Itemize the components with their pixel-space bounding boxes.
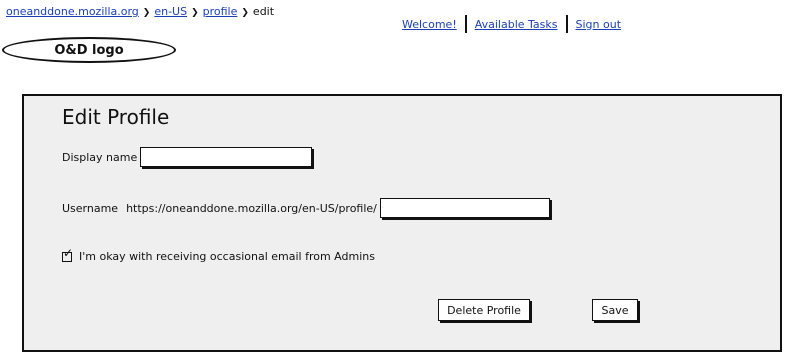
welcome-link[interactable]: Welcome! [402, 18, 457, 31]
breadcrumb-separator: ❯ [142, 8, 151, 18]
display-name-row: Display name [62, 147, 313, 167]
delete-profile-button[interactable]: Delete Profile [438, 299, 530, 321]
breadcrumb-separator: ❯ [191, 8, 199, 18]
display-name-input[interactable] [140, 147, 313, 167]
sign-out-link[interactable]: Sign out [576, 18, 622, 31]
save-button[interactable]: Save [592, 299, 638, 321]
breadcrumb-item-locale[interactable]: en-US [154, 5, 187, 18]
display-name-label: Display name [62, 150, 138, 164]
email-optin-checkbox[interactable]: ✓ [62, 247, 73, 262]
breadcrumb-separator: ❯ [241, 8, 249, 18]
nav-divider [565, 15, 568, 33]
site-logo[interactable]: O&D logo [2, 37, 176, 63]
breadcrumb: oneanddone.mozilla.org ❯ en-US ❯ profile ❯ edi… [6, 5, 274, 18]
email-optin-label: I'm okay with receiving occasional email… [79, 250, 375, 263]
username-input[interactable] [379, 198, 550, 218]
logo-label: O&D logo [54, 42, 124, 58]
page-title: Edit Profile [62, 105, 170, 129]
email-optin-row: ✓ I'm okay with receiving occasional ema… [62, 247, 375, 263]
username-row: Username https://oneanddone.mozilla.org/… [62, 198, 550, 218]
available-tasks-link[interactable]: Available Tasks [475, 18, 558, 31]
breadcrumb-item-profile[interactable]: profile [203, 5, 238, 18]
edit-profile-panel: Edit Profile Display name Username https… [22, 94, 782, 352]
username-url-prefix: https://oneanddone.mozilla.org/en-US/pro… [126, 201, 377, 215]
nav-divider [464, 15, 467, 33]
checkmark-icon: ✓ [63, 245, 74, 260]
breadcrumb-item-current: edit [252, 5, 275, 18]
top-navigation: Welcome! Available Tasks Sign out [402, 15, 621, 33]
username-label: Username [62, 201, 119, 215]
breadcrumb-item-home[interactable]: oneanddone.mozilla.org [6, 5, 139, 18]
